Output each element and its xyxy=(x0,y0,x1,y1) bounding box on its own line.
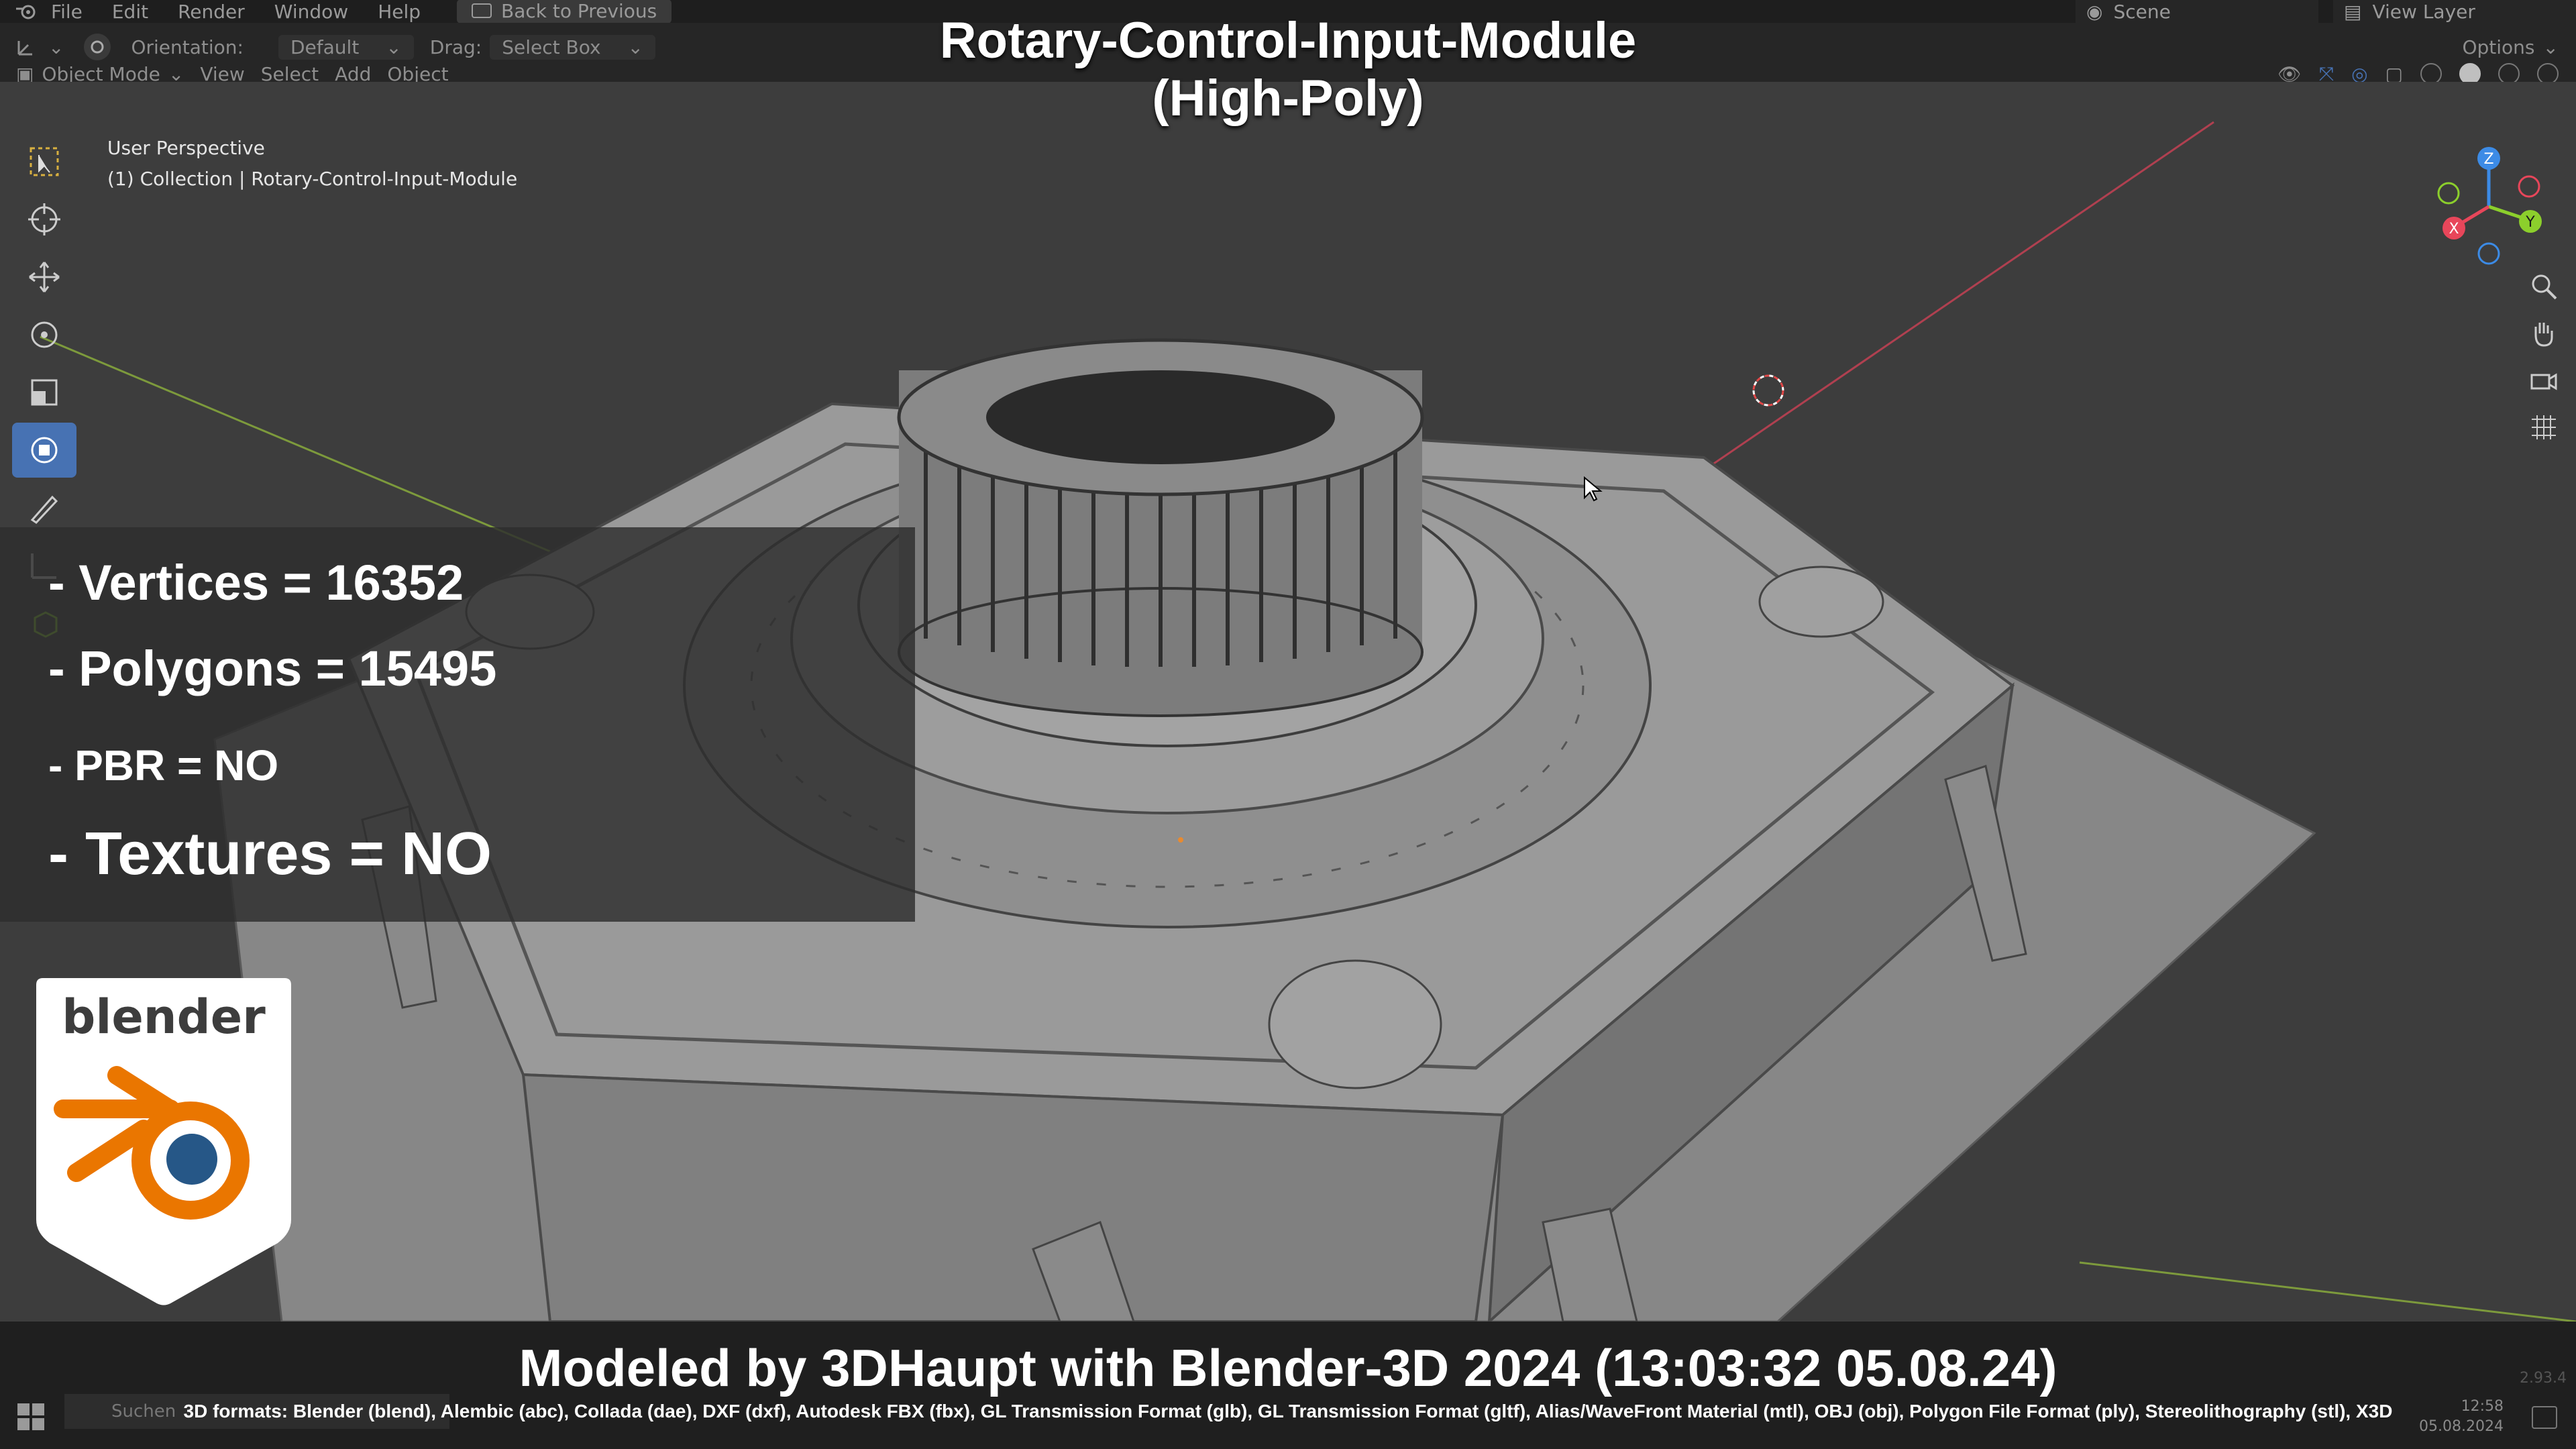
select-box-icon xyxy=(30,147,59,176)
svg-text:X: X xyxy=(2449,221,2459,237)
blender-badge-text: blender xyxy=(62,989,266,1044)
bottom-banner: 2.93.4 Suchen Modeled by 3DHaupt with Bl… xyxy=(0,1322,2576,1449)
collection-label: (1) Collection | Rotary-Control-Input-Mo… xyxy=(107,168,518,190)
title-line-1: Rotary-Control-Input-Module xyxy=(939,12,1637,69)
camera-view-button[interactable] xyxy=(2522,357,2565,404)
move-icon xyxy=(29,262,60,292)
zoom-button[interactable] xyxy=(2522,263,2565,310)
scale-icon xyxy=(31,379,58,406)
blender-badge: blender xyxy=(36,978,291,1307)
zoom-icon xyxy=(2532,274,2557,300)
camera-icon xyxy=(2530,373,2557,390)
mouse-pointer-icon xyxy=(1584,476,1603,502)
pan-button[interactable] xyxy=(2522,310,2565,357)
credit-line: Modeled by 3DHaupt with Blender-3D 2024 … xyxy=(519,1338,2057,1397)
polygons-stat: - Polygons = 15495 xyxy=(48,641,497,696)
transform-tool[interactable] xyxy=(12,423,76,478)
navigation-gizmo[interactable]: Z Y X xyxy=(2422,140,2556,274)
ortho-toggle-button[interactable] xyxy=(2522,404,2565,451)
viewport-info: User Perspective (1) Collection | Rotary… xyxy=(107,133,517,195)
textures-stat: - Textures = NO xyxy=(48,820,492,888)
title-line-2: (High-Poly) xyxy=(1152,70,1424,127)
rotate-icon xyxy=(31,321,58,348)
viewport-nav-buttons xyxy=(2522,263,2565,451)
pbr-stat: - PBR = NO xyxy=(48,741,279,790)
clock-date: 05.08.2024 xyxy=(2419,1418,2504,1435)
vertices-stat: - Vertices = 16352 xyxy=(48,555,464,610)
svg-text:Y: Y xyxy=(2525,214,2535,231)
move-tool[interactable] xyxy=(12,250,76,305)
clock-time: 12:58 xyxy=(2461,1398,2504,1415)
transform-icon xyxy=(31,437,58,464)
formats-line: 3D formats: Blender (blend), Alembic (ab… xyxy=(183,1401,2393,1421)
cursor-icon xyxy=(28,203,60,235)
notification-icon[interactable] xyxy=(2532,1406,2557,1429)
video-title: Rotary-Control-Input-Module (High-Poly) xyxy=(0,12,2576,127)
taskbar-clock[interactable]: 12:58 05.08.2024 xyxy=(2419,1397,2504,1437)
pencil-icon xyxy=(30,495,58,524)
rotate-tool[interactable] xyxy=(12,307,76,362)
perspective-label: User Perspective xyxy=(107,137,265,159)
svg-text:Z: Z xyxy=(2483,151,2493,168)
grid-icon xyxy=(2532,415,2556,439)
stats-panel: - Vertices = 16352 - Polygons = 15495 - … xyxy=(0,527,915,922)
cursor-tool[interactable] xyxy=(12,192,76,247)
select-box-tool[interactable] xyxy=(12,134,76,189)
scale-tool[interactable] xyxy=(12,365,76,420)
hand-icon xyxy=(2534,323,2553,347)
